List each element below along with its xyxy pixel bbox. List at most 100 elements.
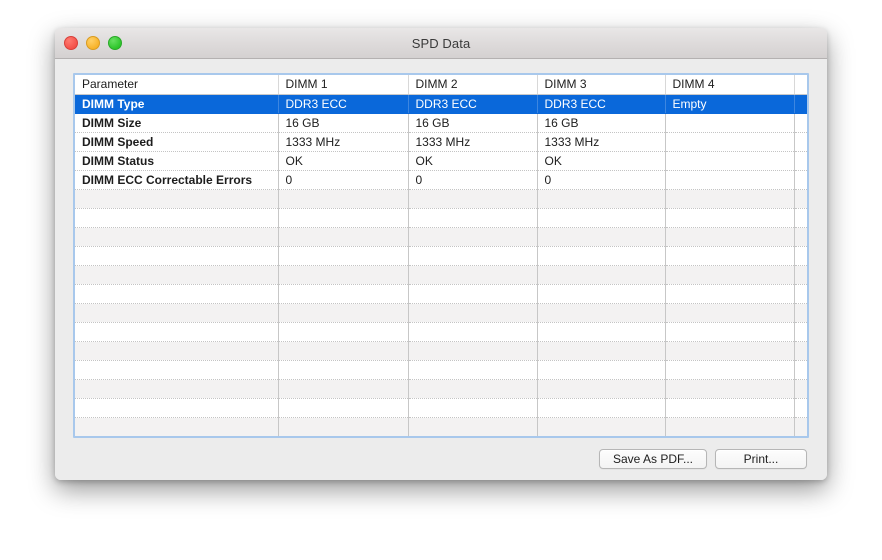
cell-empty[interactable] bbox=[537, 284, 666, 304]
cell-empty[interactable] bbox=[408, 360, 538, 380]
cell-empty[interactable] bbox=[408, 341, 538, 361]
cell-empty[interactable] bbox=[278, 360, 409, 380]
cell-empty[interactable] bbox=[278, 398, 409, 418]
cell-parameter-name[interactable]: DIMM ECC Correctable Errors bbox=[75, 170, 279, 190]
cell-empty[interactable] bbox=[408, 398, 538, 418]
cell-value[interactable]: OK bbox=[408, 151, 538, 171]
table-row[interactable]: DIMM Speed 1333 MHz 1333 MHz 1333 MHz bbox=[75, 132, 807, 152]
cell-empty[interactable] bbox=[408, 417, 538, 436]
cell-empty[interactable] bbox=[794, 284, 807, 304]
save-as-pdf-button[interactable]: Save As PDF... bbox=[598, 449, 707, 469]
cell-empty[interactable] bbox=[278, 208, 409, 228]
cell-empty[interactable] bbox=[75, 284, 279, 304]
cell-value[interactable]: 16 GB bbox=[408, 113, 538, 133]
table-empty-row[interactable] bbox=[75, 189, 807, 209]
table-empty-row[interactable] bbox=[75, 417, 807, 436]
column-header-dimm-4[interactable]: DIMM 4 bbox=[665, 75, 795, 95]
cell-empty[interactable] bbox=[278, 322, 409, 342]
cell-empty[interactable] bbox=[537, 246, 666, 266]
cell-empty[interactable] bbox=[537, 417, 666, 436]
cell-parameter-name[interactable]: DIMM Size bbox=[75, 113, 279, 133]
cell-empty[interactable] bbox=[408, 322, 538, 342]
cell-empty[interactable] bbox=[408, 189, 538, 209]
table-empty-row[interactable] bbox=[75, 341, 807, 361]
column-header-spacer[interactable] bbox=[794, 75, 807, 95]
cell-empty[interactable] bbox=[75, 360, 279, 380]
cell-empty[interactable] bbox=[665, 227, 795, 247]
cell-value[interactable] bbox=[665, 132, 795, 152]
cell-value[interactable]: 1333 MHz bbox=[537, 132, 666, 152]
cell-value[interactable]: Empty bbox=[665, 94, 795, 114]
cell-value[interactable]: DDR3 ECC bbox=[408, 94, 538, 114]
cell-value[interactable]: DDR3 ECC bbox=[278, 94, 409, 114]
cell-empty[interactable] bbox=[75, 189, 279, 209]
cell-empty[interactable] bbox=[278, 417, 409, 436]
cell-empty[interactable] bbox=[665, 303, 795, 323]
window-titlebar[interactable]: SPD Data bbox=[55, 28, 827, 59]
spd-table-scroll-area[interactable]: Parameter DIMM 1 DIMM 2 DIMM 3 DIMM 4 DI… bbox=[75, 75, 807, 436]
cell-empty[interactable] bbox=[794, 303, 807, 323]
cell-parameter-name[interactable]: DIMM Type bbox=[75, 94, 279, 114]
spd-table-frame[interactable]: Parameter DIMM 1 DIMM 2 DIMM 3 DIMM 4 DI… bbox=[73, 73, 809, 438]
cell-empty[interactable] bbox=[794, 360, 807, 380]
cell-empty[interactable] bbox=[665, 398, 795, 418]
cell-value[interactable]: 16 GB bbox=[278, 113, 409, 133]
cell-value[interactable] bbox=[665, 151, 795, 171]
cell-empty[interactable] bbox=[537, 360, 666, 380]
cell-empty[interactable] bbox=[537, 379, 666, 399]
cell-empty[interactable] bbox=[794, 189, 807, 209]
cell-empty[interactable] bbox=[794, 417, 807, 436]
column-header-dimm-2[interactable]: DIMM 2 bbox=[408, 75, 538, 95]
table-row[interactable]: DIMM Status OK OK OK bbox=[75, 151, 807, 171]
cell-value[interactable]: 0 bbox=[537, 170, 666, 190]
cell-empty[interactable] bbox=[537, 341, 666, 361]
cell-empty[interactable] bbox=[278, 265, 409, 285]
table-empty-row[interactable] bbox=[75, 322, 807, 342]
cell-empty[interactable] bbox=[794, 398, 807, 418]
cell-empty[interactable] bbox=[794, 341, 807, 361]
cell-empty[interactable] bbox=[794, 265, 807, 285]
cell-value[interactable]: DDR3 ECC bbox=[537, 94, 666, 114]
table-empty-row[interactable] bbox=[75, 284, 807, 304]
cell-value[interactable]: 0 bbox=[278, 170, 409, 190]
cell-empty[interactable] bbox=[278, 227, 409, 247]
cell-empty[interactable] bbox=[75, 417, 279, 436]
cell-empty[interactable] bbox=[665, 189, 795, 209]
cell-value[interactable] bbox=[794, 94, 807, 114]
cell-value[interactable] bbox=[794, 151, 807, 171]
cell-empty[interactable] bbox=[537, 189, 666, 209]
cell-value[interactable] bbox=[794, 170, 807, 190]
cell-empty[interactable] bbox=[408, 265, 538, 285]
table-empty-row[interactable] bbox=[75, 208, 807, 228]
cell-value[interactable] bbox=[794, 113, 807, 133]
cell-parameter-name[interactable]: DIMM Speed bbox=[75, 132, 279, 152]
cell-value[interactable]: OK bbox=[278, 151, 409, 171]
cell-empty[interactable] bbox=[408, 246, 538, 266]
cell-empty[interactable] bbox=[278, 189, 409, 209]
cell-empty[interactable] bbox=[665, 360, 795, 380]
cell-empty[interactable] bbox=[278, 246, 409, 266]
print-button[interactable]: Print... bbox=[715, 449, 807, 469]
cell-empty[interactable] bbox=[408, 208, 538, 228]
cell-empty[interactable] bbox=[408, 227, 538, 247]
cell-empty[interactable] bbox=[665, 341, 795, 361]
cell-empty[interactable] bbox=[75, 379, 279, 399]
cell-value[interactable]: 16 GB bbox=[537, 113, 666, 133]
table-empty-row[interactable] bbox=[75, 398, 807, 418]
cell-value[interactable]: 0 bbox=[408, 170, 538, 190]
minimize-button[interactable] bbox=[86, 36, 100, 50]
table-row[interactable]: DIMM ECC Correctable Errors 0 0 0 bbox=[75, 170, 807, 190]
column-header-parameter[interactable]: Parameter bbox=[75, 75, 279, 95]
table-empty-row[interactable] bbox=[75, 360, 807, 380]
cell-empty[interactable] bbox=[537, 322, 666, 342]
cell-empty[interactable] bbox=[794, 246, 807, 266]
cell-value[interactable] bbox=[794, 132, 807, 152]
cell-empty[interactable] bbox=[665, 284, 795, 304]
cell-empty[interactable] bbox=[665, 379, 795, 399]
cell-empty[interactable] bbox=[75, 398, 279, 418]
cell-empty[interactable] bbox=[75, 341, 279, 361]
zoom-button[interactable] bbox=[108, 36, 122, 50]
cell-empty[interactable] bbox=[75, 303, 279, 323]
cell-empty[interactable] bbox=[75, 227, 279, 247]
cell-empty[interactable] bbox=[75, 322, 279, 342]
